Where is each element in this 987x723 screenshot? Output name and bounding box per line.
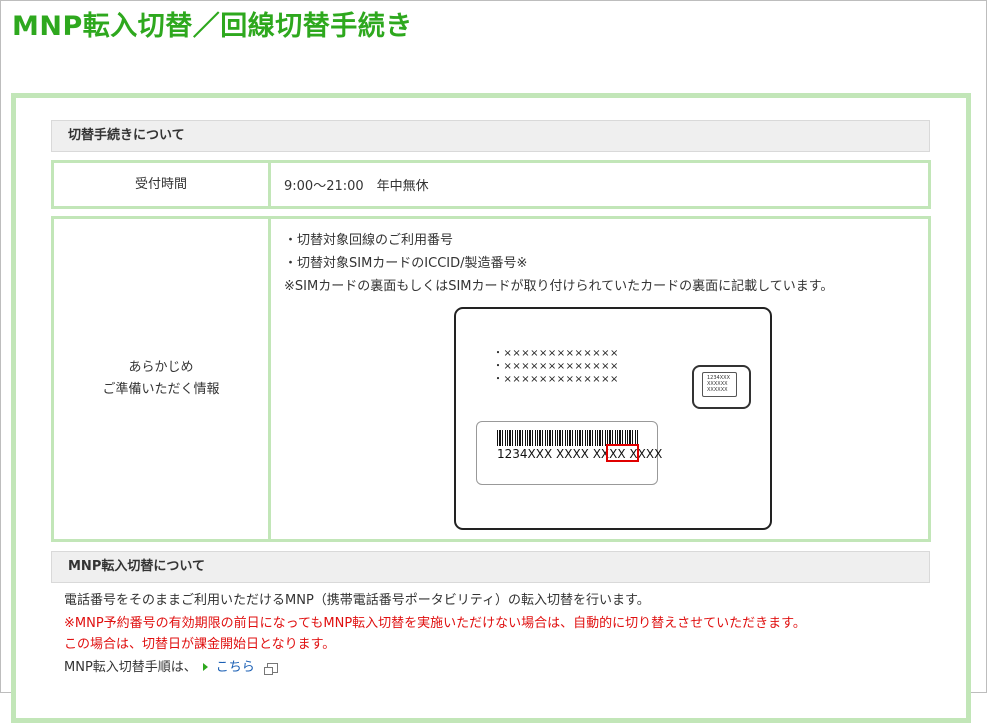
mnp-description: 電話番号をそのままご利用いただけるMNP（携帯電話番号ポータビリティ）の転入切替…	[64, 593, 650, 608]
required-info-list: ・切替対象回線のご利用番号 ・切替対象SIMカードのICCID/製造番号※ ※S…	[284, 229, 833, 298]
mnp-procedure-line: MNP転入切替手順は、 こちら	[64, 657, 278, 679]
chip-line: XXXXXX	[707, 387, 728, 393]
barcode-label: 1234XXX XXXX XXXX XXXX	[476, 421, 662, 485]
external-window-icon[interactable]	[263, 662, 278, 675]
sim-location-note: ※SIMカードの裏面もしくはSIMカードが取り付けられていたカードの裏面に記載し…	[284, 279, 834, 294]
sim-card-illustration: ・××××××××××××× ・××××××××××××× ・×××××××××…	[454, 307, 772, 530]
reception-hours-cell: 9:00～21:00 年中無休	[284, 163, 928, 206]
required-info-item: ・切替対象回線のご利用番号	[284, 233, 454, 248]
sim-chip-icon: 1234XXX XXXXXX XXXXXX	[692, 365, 751, 409]
required-info-row: あらかじめ ご準備いただく情報 ・切替対象回線のご利用番号 ・切替対象SIMカー…	[51, 216, 931, 542]
sim-chip-label: 1234XXX XXXXXX XXXXXX	[702, 372, 737, 397]
required-info-item: ・切替対象SIMカードのICCID/製造番号※	[284, 256, 528, 271]
required-info-label-line2: ご準備いただく情報	[102, 382, 220, 397]
iccid-highlight-box	[606, 444, 639, 462]
reception-hours-label: 受付時間	[54, 163, 271, 206]
section-heading-mnp-switch: MNP転入切替について	[51, 551, 930, 583]
masked-info-line: ・×××××××××××××	[493, 361, 619, 372]
mnp-warning-line2: この場合は、切替日が課金開始日となります。	[64, 637, 336, 652]
masked-info-lines: ・××××××××××××× ・××××××××××××× ・×××××××××…	[493, 347, 619, 386]
masked-info-line: ・×××××××××××××	[493, 374, 619, 385]
mnp-warning-line1: ※MNP予約番号の有効期限の前日になってもMNP転入切替を実施いただけない場合は…	[64, 616, 806, 631]
arrow-right-icon	[202, 663, 208, 671]
page-title: MNP転入切替／回線切替手続き	[12, 11, 413, 42]
required-info-cell: ・切替対象回線のご利用番号 ・切替対象SIMカードのICCID/製造番号※ ※S…	[284, 219, 928, 539]
reception-hours-value: 9:00～21:00 年中無休	[284, 179, 429, 194]
mnp-procedure-prefix: MNP転入切替手順は、	[64, 660, 197, 675]
required-info-label: あらかじめ ご準備いただく情報	[54, 219, 271, 539]
procedure-link[interactable]: こちら	[216, 660, 255, 675]
required-info-label-line1: あらかじめ	[128, 360, 194, 375]
section-heading-switch-procedure: 切替手続きについて	[51, 120, 930, 152]
masked-info-line: ・×××××××××××××	[493, 348, 619, 359]
reception-hours-row: 受付時間 9:00～21:00 年中無休	[51, 160, 931, 209]
